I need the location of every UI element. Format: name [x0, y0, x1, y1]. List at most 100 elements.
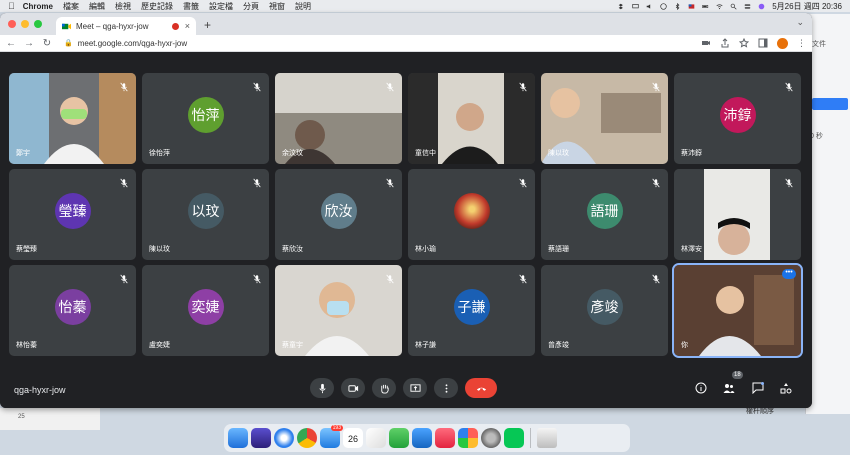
- participant-tile[interactable]: 怡蓁 林怡蓁: [9, 265, 136, 356]
- camera-button[interactable]: [341, 378, 365, 398]
- tile-options-button[interactable]: •••: [782, 269, 796, 279]
- chrome-app-icon[interactable]: [297, 428, 317, 448]
- minimize-window-button[interactable]: [21, 20, 29, 28]
- battery-icon[interactable]: [702, 3, 709, 10]
- bg-window-blue-button[interactable]: [812, 98, 848, 110]
- screen-icon[interactable]: [632, 3, 639, 10]
- bookmark-star-icon[interactable]: [739, 38, 749, 48]
- microphone-button[interactable]: [310, 378, 334, 398]
- menu-history[interactable]: 歷史記錄: [141, 1, 173, 12]
- url-text: meet.google.com/qga-hyxr-jow: [77, 38, 188, 48]
- activities-icon[interactable]: [780, 382, 792, 394]
- more-menu-icon[interactable]: ⋮: [797, 38, 806, 49]
- participant-tile[interactable]: 林澤安: [674, 169, 801, 260]
- control-center-icon[interactable]: [744, 3, 751, 10]
- camera-permission-icon[interactable]: [701, 38, 711, 48]
- mail-app-icon[interactable]: 193: [320, 425, 343, 448]
- participant-tile[interactable]: 子謙 林子謙: [408, 265, 535, 356]
- raise-hand-button[interactable]: [372, 378, 396, 398]
- fullscreen-window-button[interactable]: [34, 20, 42, 28]
- participant-avatar: 怡蓁: [54, 288, 91, 325]
- menu-view[interactable]: 檢視: [115, 1, 131, 12]
- globe-icon[interactable]: [660, 2, 667, 10]
- menu-window[interactable]: 視窗: [269, 1, 285, 12]
- profile-avatar[interactable]: [777, 37, 788, 49]
- menu-bookmarks[interactable]: 書籤: [183, 1, 199, 12]
- trash-icon[interactable]: [537, 428, 557, 448]
- participant-tile[interactable]: 瑩臻 蔡瑩臻: [9, 169, 136, 260]
- audio-icon[interactable]: [646, 3, 653, 10]
- tab-bar: Meet – qga-hyxr-jow × + ⌄: [0, 13, 812, 35]
- calendar-app-icon[interactable]: 26: [343, 428, 363, 448]
- participant-tile[interactable]: 欣汝 蔡欣汝: [275, 169, 402, 260]
- side-panel-icon[interactable]: [758, 38, 768, 48]
- forward-arrow-icon[interactable]: →: [24, 38, 34, 49]
- participant-avatar: 瑩臻: [54, 192, 91, 229]
- back-arrow-icon[interactable]: ←: [6, 38, 16, 49]
- participant-tile[interactable]: 蔡童宇: [275, 265, 402, 356]
- leave-call-button[interactable]: [465, 378, 497, 398]
- finder-app-icon[interactable]: [228, 428, 248, 448]
- close-window-button[interactable]: [8, 20, 16, 28]
- participant-avatar: [453, 192, 490, 229]
- people-icon[interactable]: [723, 382, 735, 394]
- chat-icon[interactable]: [752, 382, 764, 394]
- meet-favicon-icon: [62, 23, 71, 29]
- present-screen-button[interactable]: [403, 378, 427, 398]
- participant-tile[interactable]: 怡萍 徐怡萍: [142, 73, 269, 164]
- participant-tile[interactable]: 鄭宇: [9, 73, 136, 164]
- lock-icon[interactable]: 🔒: [64, 39, 73, 47]
- music-app-icon[interactable]: [435, 428, 455, 448]
- bluetooth-icon[interactable]: [674, 2, 681, 10]
- tab-search-icon[interactable]: ⌄: [796, 17, 804, 28]
- flag-icon[interactable]: [688, 3, 695, 10]
- menu-edit[interactable]: 編輯: [89, 1, 105, 12]
- app-store-grid-icon[interactable]: [458, 428, 478, 448]
- close-tab-icon[interactable]: ×: [185, 21, 190, 31]
- participant-tile[interactable]: 奕婕 盧奕婕: [142, 265, 269, 356]
- address-bar[interactable]: 🔒 meet.google.com/qga-hyxr-jow: [60, 37, 693, 50]
- mic-off-icon: [518, 175, 528, 188]
- meeting-code[interactable]: qga-hyxr-jow: [14, 385, 66, 395]
- wifi-icon[interactable]: [716, 3, 723, 10]
- menu-profiles[interactable]: 設定檔: [209, 1, 233, 12]
- menu-tab[interactable]: 分頁: [243, 1, 259, 12]
- search-icon[interactable]: [730, 3, 737, 10]
- dropbox-icon[interactable]: [618, 3, 625, 10]
- launchpad-app-icon[interactable]: [251, 428, 271, 448]
- mic-off-icon: [784, 79, 794, 92]
- safari-app-icon[interactable]: [274, 428, 294, 448]
- meeting-details-icon[interactable]: [695, 382, 707, 394]
- more-options-button[interactable]: [434, 378, 458, 398]
- participant-tile[interactable]: 林小瑜: [408, 169, 535, 260]
- siri-icon[interactable]: [758, 3, 765, 10]
- macos-dock: 193 26: [224, 424, 630, 452]
- menu-help[interactable]: 說明: [295, 1, 311, 12]
- participant-name: 徐怡萍: [149, 150, 170, 157]
- app-menu-chrome[interactable]: Chrome: [23, 2, 53, 11]
- freeform-app-icon[interactable]: [366, 428, 386, 448]
- participant-tile[interactable]: 以玟 陳以玟: [142, 169, 269, 260]
- participant-tile[interactable]: 彥竣 曾彥竣: [541, 265, 668, 356]
- participant-tile[interactable]: 童信中: [408, 73, 535, 164]
- menu-file[interactable]: 檔案: [63, 1, 79, 12]
- participant-tile[interactable]: 沛錞 蔡沛錞: [674, 73, 801, 164]
- participant-tile[interactable]: ••• 你: [672, 263, 803, 358]
- mic-off-icon: [252, 175, 262, 188]
- keynote-app-icon[interactable]: [412, 428, 432, 448]
- participant-tile[interactable]: 余汶玟: [275, 73, 402, 164]
- tab-meet[interactable]: Meet – qga-hyxr-jow ×: [56, 17, 196, 35]
- clock-datetime[interactable]: 5月26日 週四 20:36: [772, 1, 842, 12]
- participant-tile[interactable]: 語珊 蔡語珊: [541, 169, 668, 260]
- mic-off-icon: [651, 175, 661, 188]
- numbers-app-icon[interactable]: [389, 428, 409, 448]
- mic-off-icon: [651, 79, 661, 92]
- system-preferences-icon[interactable]: [481, 428, 501, 448]
- share-icon[interactable]: [720, 38, 730, 48]
- new-tab-button[interactable]: +: [204, 18, 211, 32]
- apple-menu-icon[interactable]: : [8, 1, 15, 11]
- reload-icon[interactable]: ↻: [42, 38, 52, 49]
- participant-tile[interactable]: 陳以玟: [541, 73, 668, 164]
- microphone-icon: [318, 383, 326, 393]
- line-app-icon[interactable]: [504, 428, 524, 448]
